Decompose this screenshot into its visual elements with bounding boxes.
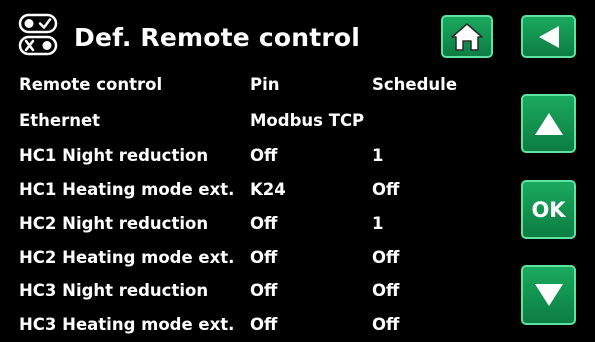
column-header: Schedule [372,75,458,94]
setting-label: HC3 Heating mode ext. [19,315,235,334]
down-arrow-icon [534,284,563,306]
pin-value: Off [250,281,278,300]
home-button[interactable] [441,15,493,58]
pin-value: Off [250,214,278,233]
setting-label: HC3 Night reduction [19,281,209,300]
toggle-switches-icon [18,13,62,57]
setting-label: HC1 Heating mode ext. [19,180,235,199]
scroll-up-button[interactable] [521,94,576,153]
schedule-value: 1 [372,146,384,165]
back-button[interactable] [521,15,576,58]
setting-label: HC2 Night reduction [19,214,209,233]
column-header: Remote control [19,75,163,94]
pin-value: Off [250,248,278,267]
table-row[interactable]: Ethernet Modbus TCP [0,104,500,138]
pin-value: Off [250,315,278,334]
setting-label: HC2 Heating mode ext. [19,248,235,267]
pin-value: Modbus TCP [250,111,365,130]
setting-label: HC1 Night reduction [19,146,209,165]
back-arrow-icon [538,25,559,48]
home-icon [451,22,483,51]
column-header: Pin [250,75,280,94]
pin-value: Off [250,146,278,165]
table-row[interactable]: HC1 Night reduction Off 1 [0,139,500,173]
table-row[interactable]: HC2 Heating mode ext. Off Off [0,241,500,275]
table-row[interactable]: HC1 Heating mode ext. K24 Off [0,173,500,207]
ok-label: OK [531,197,566,222]
pin-value: K24 [250,180,286,199]
table-header-row: Remote control Pin Schedule [0,68,500,102]
table-row[interactable]: HC3 Heating mode ext. Off Off [0,308,500,342]
schedule-value: Off [372,248,400,267]
page-title: Def. Remote control [74,23,361,52]
up-arrow-icon [534,112,563,135]
table-row[interactable]: HC2 Night reduction Off 1 [0,207,500,241]
scroll-down-button[interactable] [521,265,576,325]
table-row[interactable]: HC3 Night reduction Off Off [0,274,500,308]
schedule-value: Off [372,180,400,199]
schedule-value: Off [372,315,400,334]
ok-button[interactable]: OK [521,180,576,239]
schedule-value: 1 [372,214,384,233]
schedule-value: Off [372,281,400,300]
setting-label: Ethernet [19,111,101,130]
